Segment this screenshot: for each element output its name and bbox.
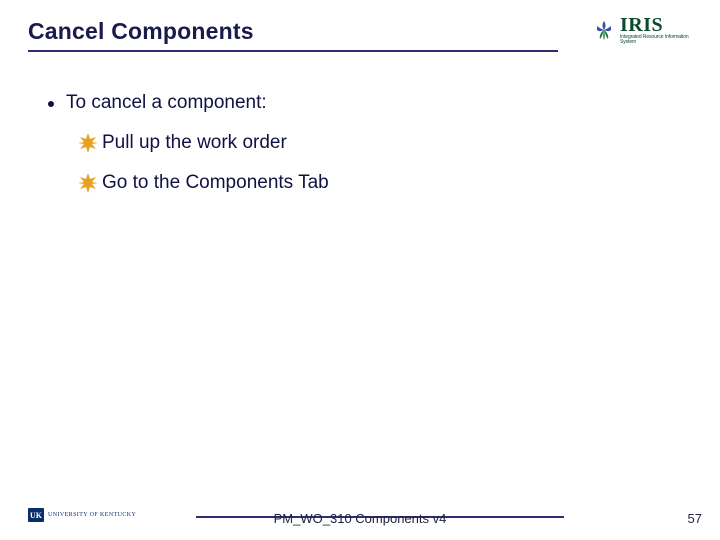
- step-text: Pull up the work order: [102, 132, 287, 154]
- step-row: Pull up the work order: [78, 132, 672, 154]
- iris-logo-text: IRIS Integrated Resource Information Sys…: [620, 15, 692, 45]
- title-underline: [28, 50, 558, 52]
- title-area: Cancel Components: [28, 18, 580, 45]
- starburst-icon: [78, 173, 98, 193]
- iris-logo: IRIS Integrated Resource Information Sys…: [592, 8, 692, 52]
- iris-logo-tagline: Integrated Resource Information System: [620, 35, 692, 45]
- step-text: Go to the Components Tab: [102, 172, 329, 194]
- footer-page-number: 57: [688, 511, 702, 526]
- footer: UK UNIVERSITY OF KENTUCKY PM_WO_310 Comp…: [0, 502, 720, 526]
- iris-logo-name: IRIS: [620, 15, 692, 35]
- slide-title: Cancel Components: [28, 18, 580, 45]
- step-row: Go to the Components Tab: [78, 172, 672, 194]
- intro-bullet-row: To cancel a component:: [48, 92, 672, 114]
- starburst-icon: [78, 133, 98, 153]
- dot-bullet-icon: [48, 101, 54, 107]
- content-area: To cancel a component: Pull up the work …: [48, 92, 672, 212]
- slide: Cancel Components IRIS Integrated Resour…: [0, 0, 720, 540]
- iris-flower-icon: [592, 18, 616, 42]
- steps-list: Pull up the work order Go to the Compone…: [78, 132, 672, 194]
- footer-doc-ref: PM_WO_310 Components v4: [0, 511, 720, 526]
- intro-text: To cancel a component:: [66, 92, 267, 114]
